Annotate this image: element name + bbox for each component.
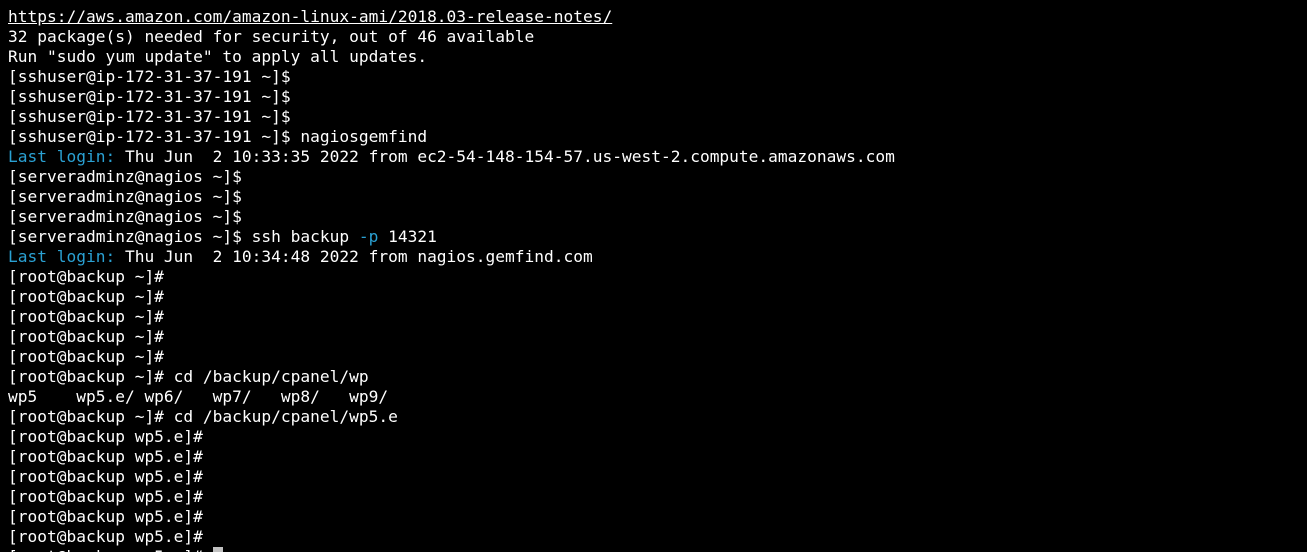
terminal-line: [root@backup wp5.e]# <box>8 547 895 552</box>
terminal-line: Run "sudo yum update" to apply all updat… <box>8 47 895 67</box>
terminal-line: [root@backup ~]# cd /backup/cpanel/wp <box>8 367 895 387</box>
terminal-cursor <box>212 547 223 552</box>
terminal-text: Last login: <box>8 147 116 166</box>
terminal-text: [root@backup ~]# <box>8 327 164 346</box>
terminal-line: [root@backup wp5.e]# <box>8 467 895 487</box>
terminal-output: https://aws.amazon.com/amazon-linux-ami/… <box>8 7 895 552</box>
terminal-text: [root@backup ~]# <box>8 347 164 366</box>
terminal-text: [root@backup wp5.e]# <box>8 527 203 546</box>
terminal-text: [serveradminz@nagios ~]$ <box>8 167 242 186</box>
terminal-line: [sshuser@ip-172-31-37-191 ~]$ nagiosgemf… <box>8 127 895 147</box>
terminal-line: [root@backup wp5.e]# <box>8 447 895 467</box>
terminal-line: [sshuser@ip-172-31-37-191 ~]$ <box>8 107 895 127</box>
terminal-text: [root@backup ~]# <box>8 267 164 286</box>
terminal-text: [sshuser@ip-172-31-37-191 ~]$ <box>8 107 291 126</box>
terminal-text: 14321 <box>378 227 437 246</box>
terminal-text: [sshuser@ip-172-31-37-191 ~]$ <box>8 67 291 86</box>
terminal-text: [serveradminz@nagios ~]$ ssh backup <box>8 227 359 246</box>
terminal-text: [root@backup wp5.e]# <box>8 447 203 466</box>
terminal-line: 32 package(s) needed for security, out o… <box>8 27 895 47</box>
terminal-line: [root@backup wp5.e]# <box>8 527 895 547</box>
terminal-line: wp5 wp5.e/ wp6/ wp7/ wp8/ wp9/ <box>8 387 895 407</box>
terminal-line: [serveradminz@nagios ~]$ ssh backup -p 1… <box>8 227 895 247</box>
terminal-line: [serveradminz@nagios ~]$ <box>8 167 895 187</box>
terminal-text: [root@backup ~]# cd /backup/cpanel/wp5.e <box>8 407 398 426</box>
terminal-text: [root@backup wp5.e]# <box>8 547 213 552</box>
terminal-text: [root@backup ~]# <box>8 307 164 326</box>
terminal-text: [root@backup ~]# cd /backup/cpanel/wp <box>8 367 369 386</box>
terminal-text: [root@backup ~]# <box>8 287 164 306</box>
terminal-line: [root@backup wp5.e]# <box>8 507 895 527</box>
terminal-text: Thu Jun 2 10:34:48 2022 from nagios.gemf… <box>115 247 593 266</box>
terminal-text: Thu Jun 2 10:33:35 2022 from ec2-54-148-… <box>115 147 895 166</box>
terminal-line: [root@backup ~]# <box>8 307 895 327</box>
terminal-line: [sshuser@ip-172-31-37-191 ~]$ <box>8 67 895 87</box>
terminal-line: Last login: Thu Jun 2 10:34:48 2022 from… <box>8 247 895 267</box>
terminal-line: https://aws.amazon.com/amazon-linux-ami/… <box>8 7 895 27</box>
terminal-text: [sshuser@ip-172-31-37-191 ~]$ <box>8 87 291 106</box>
terminal-text: [root@backup wp5.e]# <box>8 487 203 506</box>
terminal-line: [root@backup wp5.e]# <box>8 427 895 447</box>
terminal-line: [root@backup ~]# <box>8 347 895 367</box>
terminal-text: Run "sudo yum update" to apply all updat… <box>8 47 428 66</box>
terminal-line: [root@backup ~]# <box>8 287 895 307</box>
terminal-line: [root@backup ~]# cd /backup/cpanel/wp5.e <box>8 407 895 427</box>
terminal-text: [root@backup wp5.e]# <box>8 427 203 446</box>
terminal-text: [serveradminz@nagios ~]$ <box>8 207 242 226</box>
terminal-line: Last login: Thu Jun 2 10:33:35 2022 from… <box>8 147 895 167</box>
terminal-text: Last login: <box>8 247 116 266</box>
terminal-line: [root@backup ~]# <box>8 327 895 347</box>
terminal-text: -p <box>358 227 379 246</box>
terminal-line: [serveradminz@nagios ~]$ <box>8 207 895 227</box>
terminal-line: [serveradminz@nagios ~]$ <box>8 187 895 207</box>
release-notes-link[interactable]: https://aws.amazon.com/amazon-linux-ami/… <box>8 7 612 26</box>
terminal-text: 32 package(s) needed for security, out o… <box>8 27 535 46</box>
terminal-text: [serveradminz@nagios ~]$ <box>8 187 242 206</box>
terminal-line: [root@backup wp5.e]# <box>8 487 895 507</box>
terminal-text: [root@backup wp5.e]# <box>8 467 203 486</box>
terminal-window[interactable]: https://aws.amazon.com/amazon-linux-ami/… <box>0 0 1307 552</box>
terminal-line: [root@backup ~]# <box>8 267 895 287</box>
terminal-text: wp5 wp5.e/ wp6/ wp7/ wp8/ wp9/ <box>8 387 389 406</box>
terminal-line: [sshuser@ip-172-31-37-191 ~]$ <box>8 87 895 107</box>
terminal-text: [sshuser@ip-172-31-37-191 ~]$ nagiosgemf… <box>8 127 428 146</box>
terminal-text: [root@backup wp5.e]# <box>8 507 203 526</box>
